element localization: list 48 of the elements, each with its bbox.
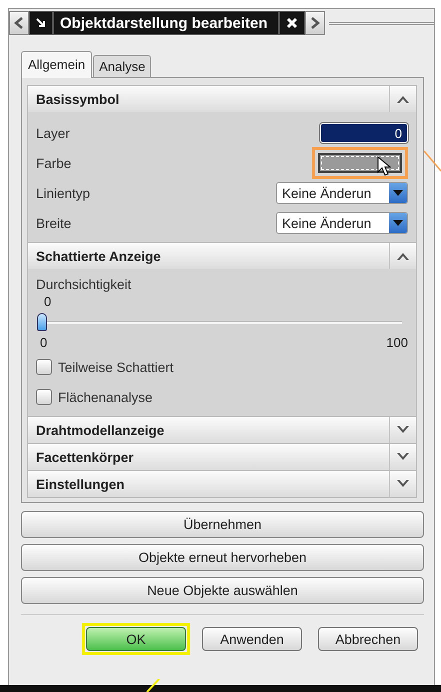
field-label: Layer bbox=[36, 126, 70, 140]
chevron-right-icon bbox=[310, 17, 320, 29]
action-button[interactable]: Übernehmen bbox=[21, 511, 424, 538]
dialog-button[interactable]: Abbrechen bbox=[318, 627, 418, 651]
dialog-button[interactable]: Anwenden bbox=[202, 627, 302, 651]
slider-max: 100 bbox=[386, 335, 408, 350]
expand-icon bbox=[396, 425, 410, 435]
pointer-icon bbox=[377, 156, 391, 176]
slider-thumb[interactable] bbox=[37, 313, 47, 331]
dialog-button[interactable]: OK bbox=[86, 627, 186, 651]
checkbox-label: Teilweise Schattiert bbox=[58, 360, 174, 374]
window-title: Objektdarstellung bearbeiten bbox=[53, 11, 279, 35]
dropdown[interactable]: Keine Änderun bbox=[276, 182, 408, 204]
expand-icon bbox=[396, 479, 410, 489]
leader-line bbox=[146, 679, 160, 692]
previous-button[interactable] bbox=[9, 11, 29, 35]
color-swatch[interactable] bbox=[318, 153, 402, 173]
checkbox[interactable] bbox=[36, 389, 52, 405]
field-label: Linientyp bbox=[36, 186, 90, 200]
checkbox[interactable] bbox=[36, 359, 52, 375]
dropdown-arrow-icon bbox=[392, 219, 404, 227]
next-button[interactable] bbox=[304, 11, 325, 35]
dropdown[interactable]: Keine Änderun bbox=[276, 212, 408, 234]
collapse-icon bbox=[396, 94, 410, 104]
section-header[interactable]: Drahtmodellanzeige bbox=[28, 417, 416, 443]
slider-value: 0 bbox=[44, 294, 52, 309]
close-icon bbox=[286, 17, 298, 29]
field-label: Farbe bbox=[36, 156, 72, 170]
arrow-icon[interactable] bbox=[35, 17, 47, 29]
dropdown-arrow-icon bbox=[392, 189, 404, 197]
close-button[interactable] bbox=[278, 11, 305, 35]
field-label: Breite bbox=[36, 216, 72, 230]
layer-field[interactable]: 0 bbox=[320, 123, 408, 143]
expand-icon bbox=[396, 452, 410, 462]
chevron-left-icon bbox=[14, 17, 24, 29]
slider-min: 0 bbox=[40, 335, 48, 350]
tab[interactable]: Analyse bbox=[93, 55, 152, 77]
section-header[interactable]: Einstellungen bbox=[28, 471, 416, 497]
checkbox-label: Flächenanalyse bbox=[58, 390, 153, 404]
action-button[interactable]: Neue Objekte auswählen bbox=[21, 577, 424, 604]
section-header[interactable]: Facettenkörper bbox=[28, 444, 416, 470]
section-header[interactable]: Basissymbol bbox=[28, 86, 416, 112]
tab[interactable]: Allgemein bbox=[21, 51, 92, 78]
collapse-icon bbox=[396, 251, 410, 261]
slider-label: Durchsichtigkeit bbox=[36, 277, 132, 292]
section-header[interactable]: Schattierte Anzeige bbox=[28, 243, 416, 269]
leader-line bbox=[424, 150, 441, 172]
action-button[interactable]: Objekte erneut hervorheben bbox=[21, 544, 424, 571]
